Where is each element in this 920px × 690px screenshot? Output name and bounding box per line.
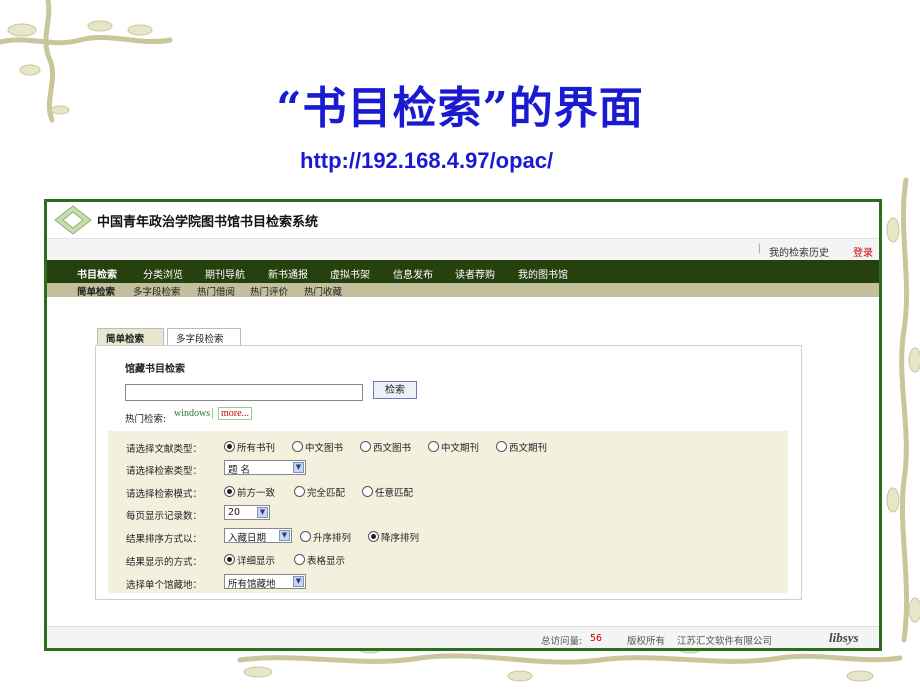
radio-detailed[interactable]: 详细显示: [224, 553, 275, 567]
radio-icon: [294, 554, 305, 565]
sub-nav: 简单检索 多字段检索 热门借阅 热门评价 热门收藏: [47, 283, 879, 298]
nav-item-journals[interactable]: 期刊导航: [205, 266, 245, 281]
radio-selected-icon: [224, 441, 235, 452]
slide-title: “书目检索”的界面: [276, 83, 644, 134]
sort-field-select[interactable]: 入藏日期 ▼: [224, 528, 292, 544]
library-logo-icon: [54, 205, 92, 235]
search-type-label: 请选择检索类型：: [126, 466, 203, 477]
search-button[interactable]: 检索: [373, 381, 417, 399]
subnav-simple-search[interactable]: 简单检索: [77, 284, 115, 298]
system-header: 中国青年政治学院图书馆书目检索系统: [47, 202, 879, 238]
library-label: 选择单个馆藏地：: [126, 580, 203, 591]
radio-icon: [292, 441, 303, 452]
subnav-hot-borrow[interactable]: 热门借阅: [197, 284, 235, 298]
nav-item-recommend[interactable]: 读者荐购: [455, 266, 495, 281]
search-history-link[interactable]: 我的检索历史: [769, 244, 829, 259]
nav-item-news[interactable]: 信息发布: [393, 266, 433, 281]
radio-icon: [360, 441, 371, 452]
radio-western-books[interactable]: 西文图书: [360, 440, 411, 454]
page-size-label: 每页显示记录数：: [126, 511, 203, 522]
radio-icon: [428, 441, 439, 452]
hot-search-word[interactable]: windows: [174, 408, 214, 419]
radio-selected-icon: [224, 554, 235, 565]
radio-ascending[interactable]: 升序排列: [300, 530, 351, 544]
doc-type-label: 请选择文献类型：: [126, 444, 203, 455]
radio-western-journals[interactable]: 西文期刊: [496, 440, 547, 454]
search-panel: 馆藏书目检索 检索 热门检索: windows more... 请选择文献类型：…: [95, 345, 802, 600]
login-link[interactable]: 登录: [853, 244, 873, 259]
libsys-brand: libsys: [829, 630, 859, 645]
sort-label: 结果排序方式以：: [126, 534, 203, 545]
system-title: 中国青年政治学院图书馆书目检索系统: [97, 215, 319, 230]
topbar-separator: |: [757, 243, 761, 254]
search-type-select[interactable]: 题 名 ▼: [224, 460, 306, 476]
search-mode-label: 请选择检索模式：: [126, 489, 203, 500]
radio-icon: [300, 531, 311, 542]
footer: 总访问量: 56 版权所有 江苏汇文软件有限公司 libsys: [47, 626, 879, 648]
chevron-down-icon: ▼: [293, 462, 304, 473]
radio-all[interactable]: 所有书刊: [224, 440, 275, 454]
chevron-down-icon: ▼: [293, 576, 304, 587]
nav-item-new-books[interactable]: 新书通报: [268, 266, 308, 281]
tab-simple-search[interactable]: 简单检索: [97, 328, 164, 345]
nav-item-browse[interactable]: 分类浏览: [143, 266, 183, 281]
company-name: 江苏汇文软件有限公司: [677, 636, 773, 647]
visits-label: 总访问量:: [541, 636, 583, 647]
radio-chinese-books[interactable]: 中文图书: [292, 440, 343, 454]
panel-heading: 馆藏书目检索: [125, 364, 185, 375]
opac-screenshot: 中国青年政治学院图书馆书目检索系统 | 我的检索历史 登录 书目检索 分类浏览 …: [44, 199, 882, 651]
search-input[interactable]: [125, 384, 363, 401]
page-size-select[interactable]: 20 ▼: [224, 505, 270, 520]
radio-chinese-journals[interactable]: 中文期刊: [428, 440, 479, 454]
visits-count: 56: [590, 633, 603, 644]
nav-item-catalog-search[interactable]: 书目检索: [77, 266, 117, 281]
radio-table[interactable]: 表格显示: [294, 553, 345, 567]
subnav-hot-rating[interactable]: 热门评价: [250, 284, 288, 298]
main-nav: 书目检索 分类浏览 期刊导航 新书通报 虚拟书架 信息发布 读者荐购 我的图书馆: [47, 260, 879, 283]
radio-descending[interactable]: 降序排列: [368, 530, 419, 544]
subnav-hot-collect[interactable]: 热门收藏: [304, 284, 342, 298]
copyright-label: 版权所有: [627, 636, 666, 647]
library-select[interactable]: 所有馆藏地 ▼: [224, 574, 306, 590]
radio-icon: [294, 486, 305, 497]
chevron-down-icon: ▼: [279, 530, 290, 541]
hot-search-label: 热门检索:: [125, 414, 167, 425]
radio-any[interactable]: 任意匹配: [362, 485, 413, 499]
subnav-multi-field[interactable]: 多字段检索: [133, 284, 181, 298]
tab-multi-field-search[interactable]: 多字段检索: [167, 328, 241, 345]
radio-exact[interactable]: 完全匹配: [294, 485, 345, 499]
nav-item-my-library[interactable]: 我的图书馆: [518, 266, 568, 281]
radio-icon: [362, 486, 373, 497]
chevron-down-icon: ▼: [257, 507, 268, 518]
nav-item-virtual-shelf[interactable]: 虚拟书架: [330, 266, 370, 281]
display-label: 结果显示的方式：: [126, 557, 203, 568]
top-bar: | 我的检索历史 登录: [47, 238, 879, 261]
radio-selected-icon: [224, 486, 235, 497]
opac-url: http://192.168.4.97/opac/: [300, 148, 554, 173]
search-options: 请选择文献类型： 所有书刊 中文图书 西文图书 中文期刊 西文期刊 请选择检索类…: [108, 431, 788, 593]
more-link[interactable]: more...: [218, 407, 253, 420]
radio-selected-icon: [368, 531, 379, 542]
radio-icon: [496, 441, 507, 452]
radio-prefix[interactable]: 前方一致: [224, 485, 275, 499]
